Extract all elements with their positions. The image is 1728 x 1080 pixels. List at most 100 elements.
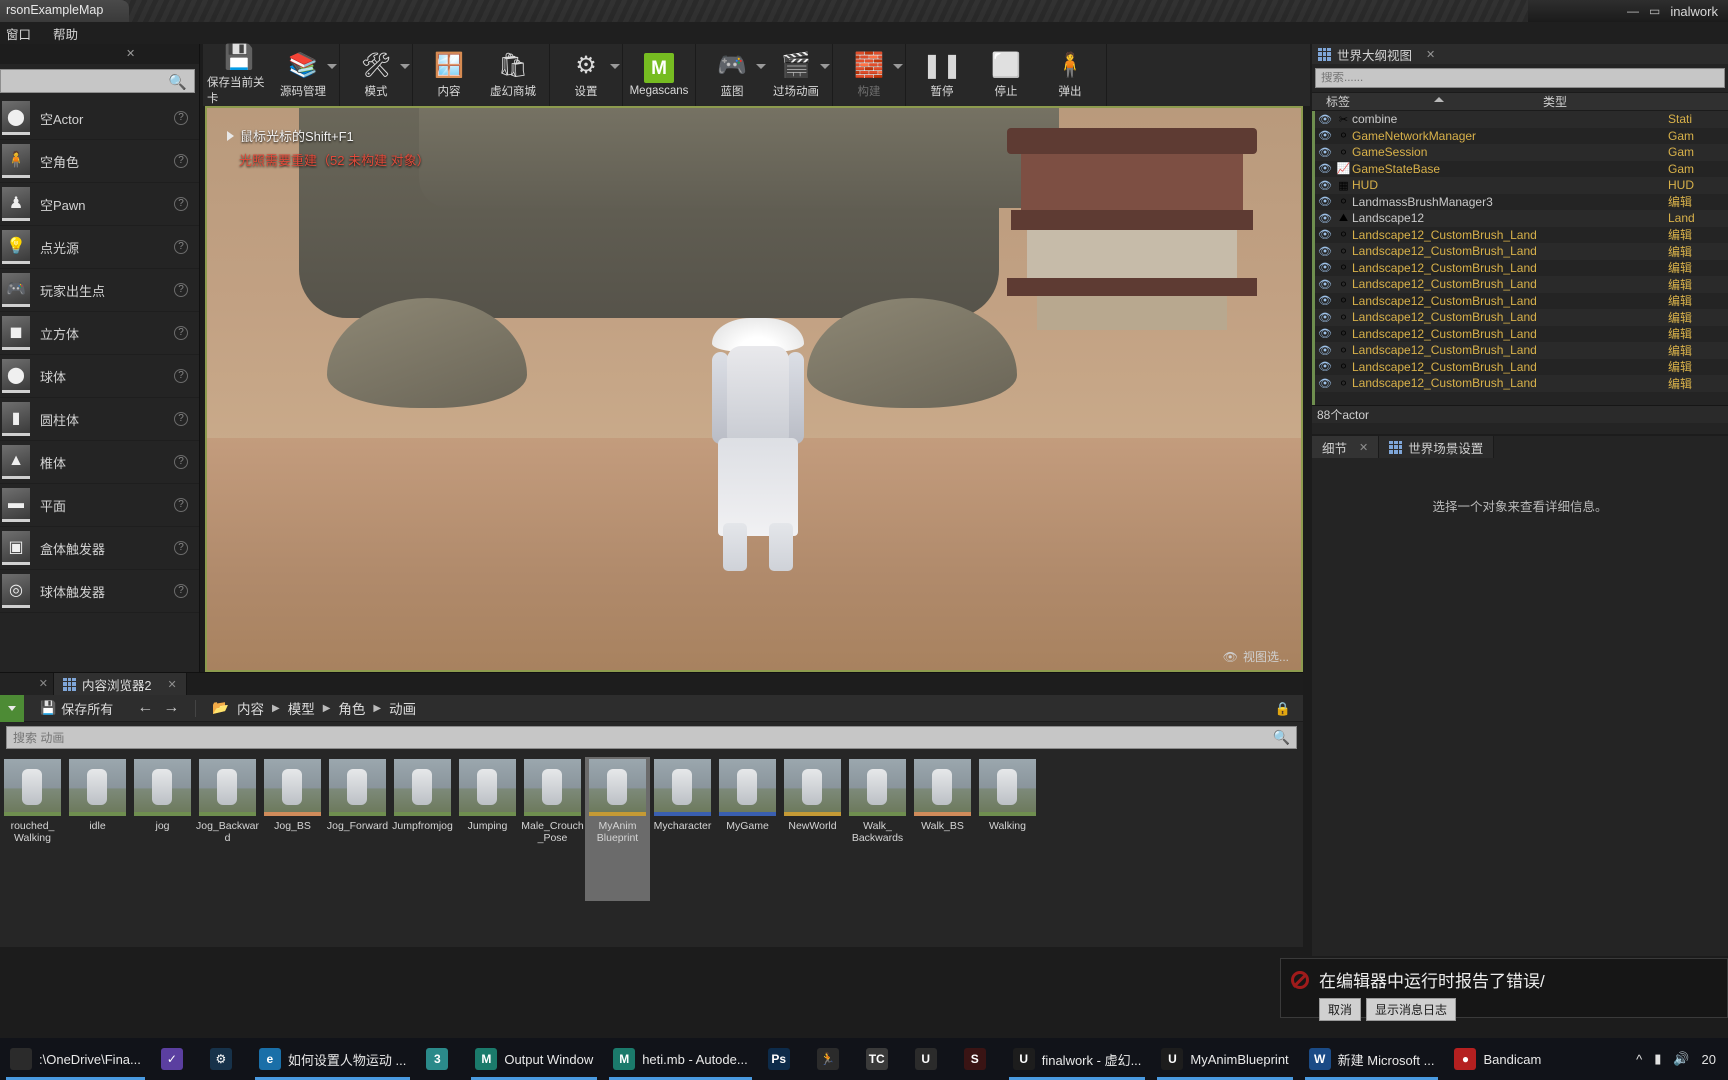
cinematics-clapboard-button[interactable]: 🎬 过场动画 [764,44,830,106]
eye-icon[interactable]: 👁 [1315,327,1335,340]
eye-icon[interactable]: 👁 [1315,311,1335,324]
taskbar-item-1[interactable]: ✓ [151,1038,200,1080]
eye-icon[interactable]: 👁 [1315,146,1335,159]
eject-button[interactable]: 🧍 弹出 [1038,44,1102,106]
breadcrumb-item-2[interactable]: 角色 [338,698,365,718]
place-actor-item-5[interactable]: ◼ 立方体? [0,312,199,355]
close-icon[interactable]: ✕ [167,678,176,691]
asset-item[interactable]: Walk_ Backwards [845,757,910,901]
outliner-row[interactable]: 👁 ⚪ Landscape12_CustomBrush_Land 编辑 [1315,243,1728,260]
source-control-button[interactable]: 📚 源码管理 [271,44,337,106]
sort-ascending-icon[interactable] [1434,97,1444,102]
maximize-icon[interactable]: ▭ [1649,4,1660,18]
help-icon[interactable]: ? [174,197,188,211]
close-icon[interactable]: ✕ [39,677,48,690]
outliner-row[interactable]: 👁 ⚪ Landscape12_CustomBrush_Land 编辑 [1315,227,1728,244]
help-icon[interactable]: ? [174,326,188,340]
place-actor-item-10[interactable]: ▣ 盒体触发器? [0,527,199,570]
chevron-down-icon[interactable] [400,64,410,69]
eye-icon[interactable]: 👁 [1315,179,1335,192]
breadcrumb-item-3[interactable]: 动画 [389,698,416,718]
place-actor-item-7[interactable]: ▮ 圆柱体? [0,398,199,441]
breadcrumb-item-0[interactable]: 内容 [237,698,264,718]
chevron-down-icon[interactable] [820,64,830,69]
lock-icon[interactable]: 🔒 [1275,701,1291,717]
asset-item[interactable]: Jumpfromjog [390,757,455,901]
chevron-down-icon[interactable] [327,64,337,69]
tab-details[interactable]: 细节 ✕ [1312,436,1380,458]
back-arrow-icon[interactable]: ← [137,699,153,717]
help-icon[interactable]: ? [174,498,188,512]
asset-item[interactable]: Mycharacter [650,757,715,901]
outliner-row[interactable]: 👁 ⚪ LandmassBrushManager3 编辑 [1315,194,1728,211]
outliner-row[interactable]: 👁 📈 GameStateBase Gam [1315,161,1728,178]
tray-clock-icon[interactable]: 20 [1702,1052,1716,1067]
outliner-row[interactable]: 👁 ⚪ GameNetworkManager Gam [1315,128,1728,145]
asset-item[interactable]: NewWorld [780,757,845,901]
taskbar-item-15[interactable]: ● Bandicam [1444,1038,1551,1080]
modes-button[interactable]: 🛠 模式 [344,44,410,106]
taskbar-item-6[interactable]: Mheti.mb - Autode... [603,1038,758,1080]
close-icon[interactable]: ✕ [126,47,135,60]
taskbar-item-11[interactable]: S [954,1038,1003,1080]
tray-chevron-icon[interactable]: ^ [1636,1052,1642,1067]
taskbar-item-13[interactable]: U MyAnimBlueprint [1151,1038,1298,1080]
document-tab[interactable]: rsonExampleMap [0,0,130,22]
pause-button[interactable]: ❚❚ 暂停 [910,44,974,106]
eye-icon[interactable]: 👁 [1315,113,1335,126]
outliner-row[interactable]: 👁 ⚪ Landscape12_CustomBrush_Land 编辑 [1315,342,1728,359]
asset-item[interactable]: Walking [975,757,1040,901]
outliner-row[interactable]: 👁 ⚪ Landscape12_CustomBrush_Land 编辑 [1315,276,1728,293]
place-actor-item-9[interactable]: ▬ 平面? [0,484,199,527]
outliner-row[interactable]: 👁 ⚪ Landscape12_CustomBrush_Land 编辑 [1315,309,1728,326]
show-message-log-button[interactable]: 显示消息日志 [1366,998,1457,1021]
outliner-row[interactable]: 👁 ⚪ Landscape12_CustomBrush_Land 编辑 [1315,326,1728,343]
marketplace-button[interactable]: 🛍 虚幻商城 [481,44,545,106]
search-input[interactable] [1321,72,1719,84]
outliner-row[interactable]: 👁 ⛰ Landscape12 Land [1315,210,1728,227]
content-button[interactable]: 🪟 内容 [417,44,481,106]
close-icon[interactable]: ✕ [1426,48,1435,61]
asset-item[interactable]: Jog_BS [260,757,325,901]
outliner-row[interactable]: 👁 ⚪ Landscape12_CustomBrush_Land 编辑 [1315,375,1728,392]
viewport-bottom-label[interactable]: 视图选... [1243,648,1289,665]
asset-item[interactable]: Jog_Backward [195,757,260,901]
eye-icon[interactable]: 👁 [1315,344,1335,357]
taskbar-item-12[interactable]: Ufinalwork - 虚幻... [1003,1038,1152,1080]
minimize-icon[interactable]: — [1627,4,1639,18]
help-icon[interactable]: ? [174,455,188,469]
chevron-down-icon[interactable] [893,64,903,69]
tray-volume-icon[interactable]: 🔊 [1673,1051,1689,1067]
taskbar-item-0[interactable]: :\OneDrive\Fina... [0,1038,151,1080]
place-actor-item-11[interactable]: ◎ 球体触发器? [0,570,199,613]
asset-item[interactable]: MyGame [715,757,780,901]
outliner-row[interactable]: 👁 ⚪ Landscape12_CustomBrush_Land 编辑 [1315,260,1728,277]
asset-item[interactable]: Jumping [455,757,520,901]
tray-battery-icon[interactable]: ▮ [1654,1051,1661,1067]
place-actor-item-1[interactable]: 🧍 空角色? [0,140,199,183]
add-new-button[interactable] [0,694,24,722]
place-actor-item-0[interactable]: ⬤ 空Actor? [0,97,199,140]
cancel-button[interactable]: 取消 [1319,998,1362,1021]
taskbar-item-2[interactable]: ⚙ [200,1038,249,1080]
chevron-down-icon[interactable] [610,64,620,69]
help-icon[interactable]: ? [174,283,188,297]
eye-icon[interactable]: 👁 [1315,228,1335,241]
column-tag[interactable]: 标签 [1312,93,1537,110]
taskbar-item-10[interactable]: U [905,1038,954,1080]
menu-item-window[interactable]: 窗口 [6,24,31,43]
taskbar-item-5[interactable]: M Output Window [465,1038,603,1080]
taskbar-item-7[interactable]: Ps [758,1038,807,1080]
asset-item[interactable]: rouched_ Walking [0,757,65,901]
taskbar-item-4[interactable]: 3 [416,1038,465,1080]
help-icon[interactable]: ? [174,584,188,598]
asset-item[interactable]: MyAnim Blueprint [585,757,650,901]
save-button[interactable]: 💾 保存当前关卡 [207,44,271,106]
help-icon[interactable]: ? [174,111,188,125]
asset-item[interactable]: Jog_Forward [325,757,390,901]
tab-world-settings[interactable]: 世界场景设置 [1379,436,1495,458]
place-actors-search[interactable]: 🔍 [0,69,195,93]
eye-icon[interactable]: 👁 [1315,195,1335,208]
blueprint-button[interactable]: 🎮 蓝图 [700,44,766,106]
settings-gear-button[interactable]: ⚙ 设置 [554,44,620,106]
